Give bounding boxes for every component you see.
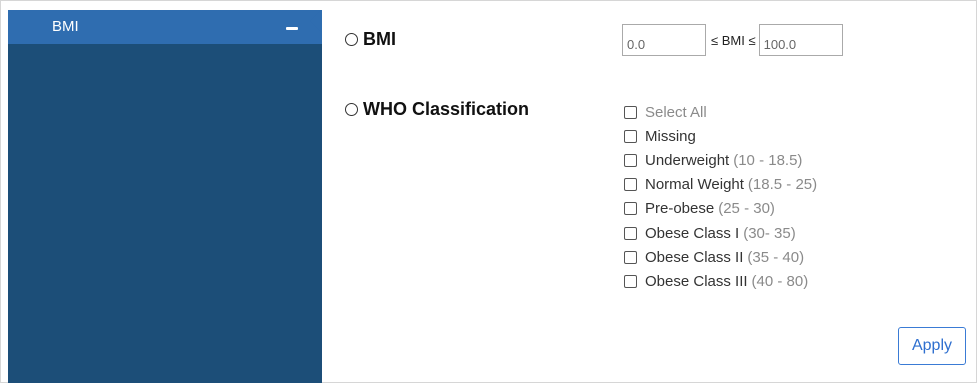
checkbox-range: (30- 35) [743,224,796,242]
filter-panel: BMI BMI ≤ BMI ≤ WHO Classification Selec… [0,0,977,383]
checkbox-row-pre-obese[interactable]: Pre-obese (25 - 30) [624,197,817,221]
bmi-range-label: ≤ BMI ≤ [711,32,756,48]
checkbox-row-obese-class-2[interactable]: Obese Class II (35 - 40) [624,245,817,269]
who-radio-label: WHO Classification [363,99,530,119]
bmi-radio-label: BMI [363,29,396,49]
underweight-checkbox[interactable] [624,153,637,167]
sidebar-item-label: BMI [52,18,79,35]
checkbox-label: Obese Class I [645,224,740,242]
checkbox-label: Underweight [645,151,730,169]
pre-obese-checkbox[interactable] [624,202,637,216]
sidebar: BMI [8,10,322,383]
minus-icon[interactable] [286,27,298,30]
sidebar-item-bmi[interactable]: BMI [8,10,322,44]
checkbox-row-select-all[interactable]: Select All [624,100,817,124]
bmi-max-input[interactable] [758,24,843,56]
obese-class-2-checkbox[interactable] [624,250,637,264]
bmi-min-input[interactable] [622,24,706,56]
checkbox-label: Obese Class II [645,248,744,266]
who-checklist: Select All Missing Underweight (10 - 18.… [624,100,817,294]
bmi-radio[interactable] [345,33,358,46]
obese-class-1-checkbox[interactable] [624,226,637,240]
checkbox-range: (10 - 18.5) [733,151,803,169]
checkbox-label: Obese Class III [645,272,748,290]
apply-button[interactable]: Apply [898,327,966,365]
obese-class-3-checkbox[interactable] [624,274,637,288]
checkbox-label: Pre-obese [645,200,715,218]
select-all-checkbox[interactable] [624,105,637,119]
missing-checkbox[interactable] [624,129,637,143]
checkbox-row-missing[interactable]: Missing [624,124,817,148]
checkbox-range: (25 - 30) [718,200,775,218]
selection-pointer [310,10,321,32]
checkbox-range: (35 - 40) [747,248,805,266]
checkbox-row-obese-class-1[interactable]: Obese Class I (30- 35) [624,221,817,245]
checkbox-row-normal-weight[interactable]: Normal Weight (18.5 - 25) [624,173,817,197]
checkbox-label: Select All [645,103,707,121]
normal-weight-checkbox[interactable] [624,178,637,192]
who-radio[interactable] [345,103,358,116]
checkbox-row-obese-class-3[interactable]: Obese Class III (40 - 80) [624,269,817,293]
checkbox-range: (18.5 - 25) [747,176,818,194]
checkbox-row-underweight[interactable]: Underweight (10 - 18.5) [624,148,817,172]
bmi-radio-option[interactable]: BMI [345,29,396,50]
checkbox-range: (40 - 80) [751,272,809,290]
bmi-range: ≤ BMI ≤ [622,24,843,56]
who-radio-option[interactable]: WHO Classification [345,99,529,120]
checkbox-label: Missing [645,127,696,145]
checkbox-label: Normal Weight [645,176,744,194]
